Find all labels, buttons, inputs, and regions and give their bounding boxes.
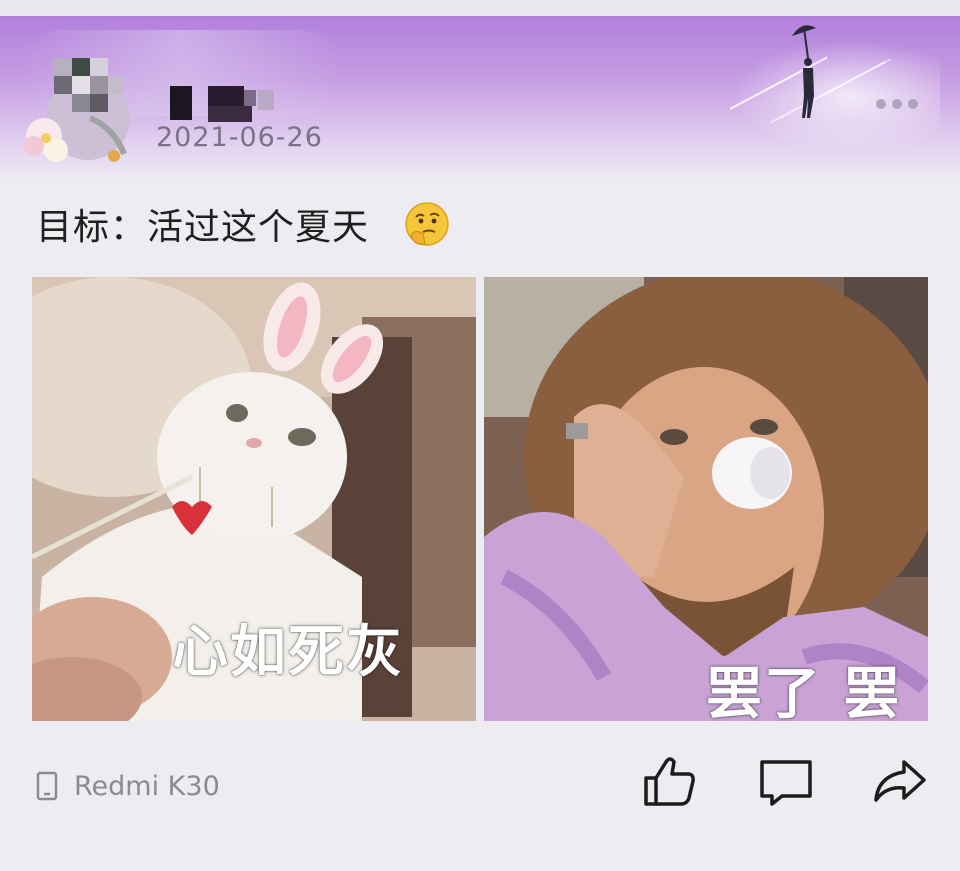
image-caption: 罢了 罢了: [706, 662, 902, 721]
device-name: Redmi K30: [74, 770, 220, 802]
avatar[interactable]: [14, 58, 134, 170]
device-info: Redmi K30: [36, 768, 220, 804]
top-strip: [0, 0, 960, 16]
thinking-face-emoji: [405, 202, 449, 246]
comment-icon[interactable]: [756, 752, 816, 812]
more-dots-icon[interactable]: [876, 99, 924, 111]
post-image-2[interactable]: 罢了 罢了: [484, 277, 928, 721]
post-date: 2021-06-26: [156, 122, 323, 153]
post-image-1[interactable]: 心如死灰: [32, 277, 476, 721]
like-icon[interactable]: [640, 752, 700, 812]
post-text: 目标：活过这个夏天: [36, 207, 370, 248]
image-caption: 心如死灰: [172, 620, 404, 685]
phone-icon: [36, 771, 58, 801]
share-icon[interactable]: [870, 752, 930, 812]
umbrella-figure-icon: [792, 25, 816, 118]
